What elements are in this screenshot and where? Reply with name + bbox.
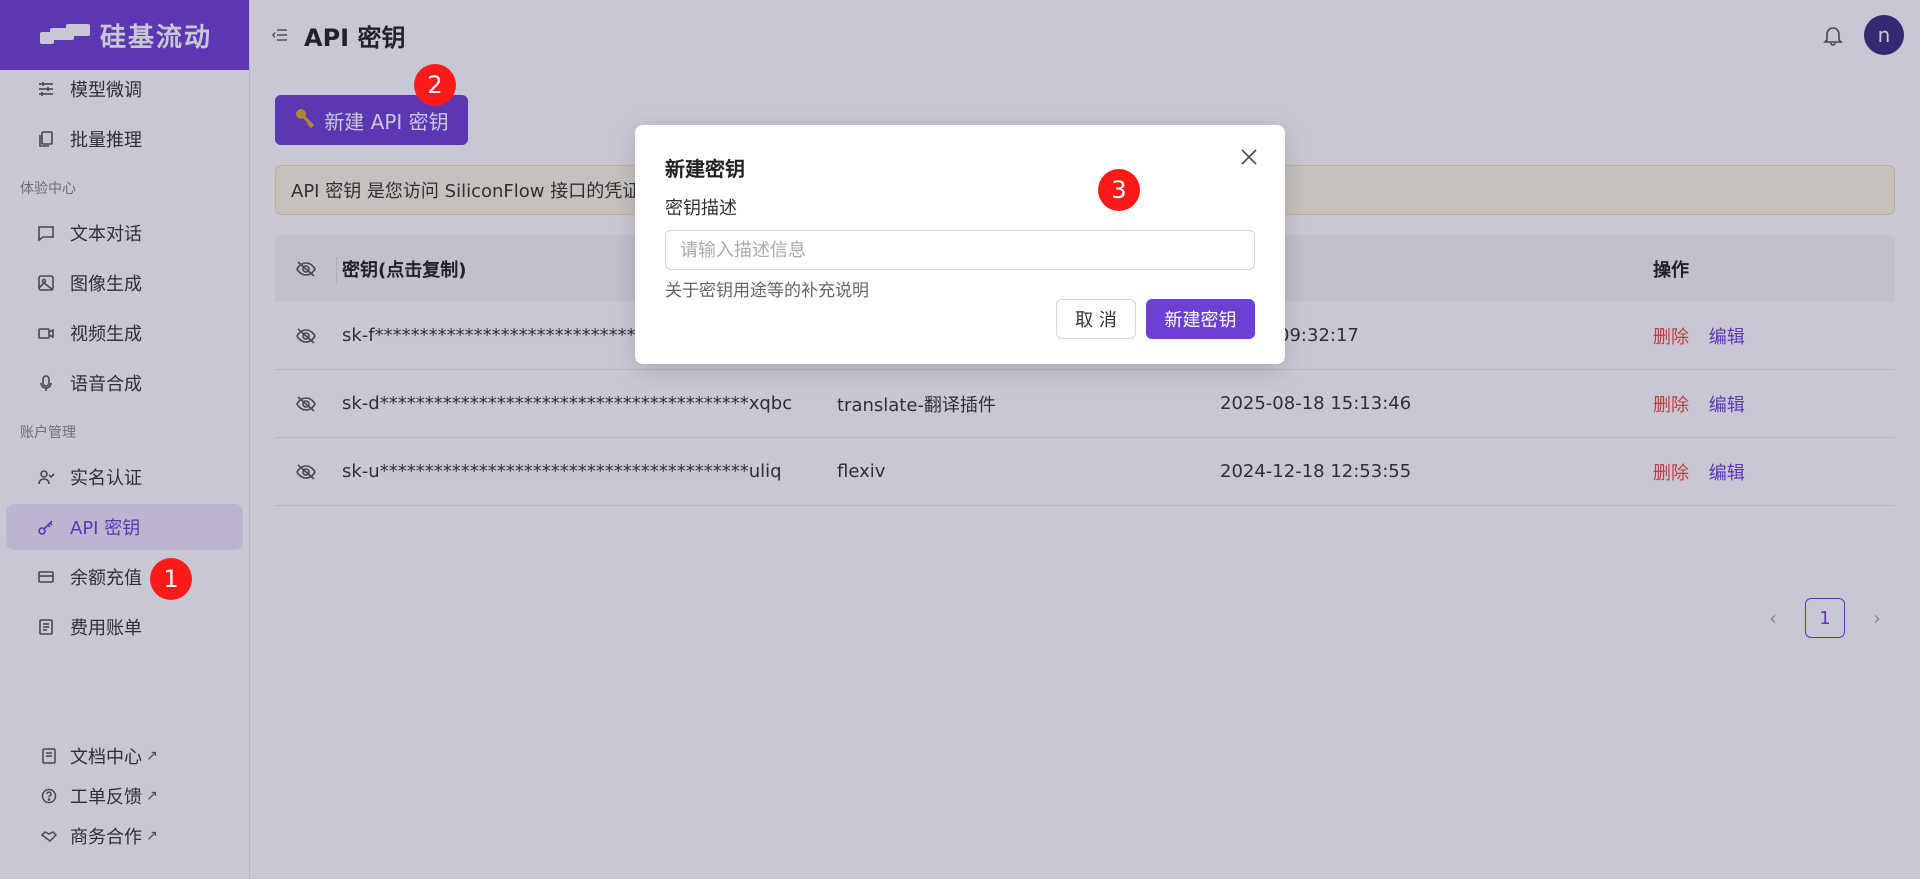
cancel-button[interactable]: 取 消 <box>1056 299 1136 339</box>
field-help-text: 关于密钥用途等的补充说明 <box>665 281 869 301</box>
new-key-dialog: 新建密钥 密钥描述 关于密钥用途等的补充说明 取 消 新建密钥 <box>635 125 1285 364</box>
field-label: 密钥描述 <box>665 198 737 219</box>
key-description-input[interactable] <box>665 230 1255 270</box>
step-marker-3: 3 <box>1098 169 1140 211</box>
step-marker-2: 2 <box>414 64 456 106</box>
dialog-title: 新建密钥 <box>665 157 745 181</box>
close-icon[interactable] <box>1239 147 1263 171</box>
step-marker-1: 1 <box>150 558 192 600</box>
create-key-button[interactable]: 新建密钥 <box>1146 299 1255 339</box>
